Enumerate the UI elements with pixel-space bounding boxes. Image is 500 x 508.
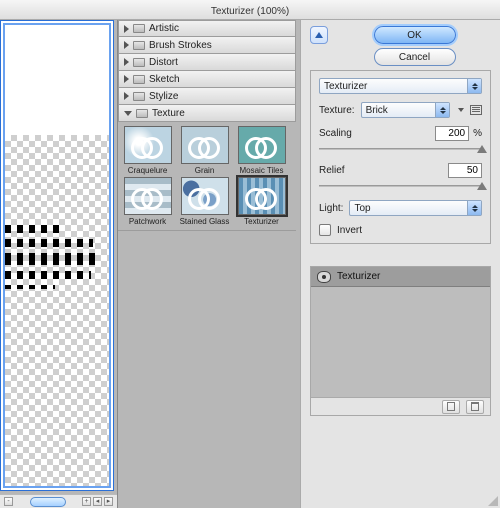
folder-icon (133, 92, 145, 101)
button-label: Cancel (399, 52, 430, 63)
category-label: Stylize (149, 91, 178, 102)
thumb-stained-glass[interactable]: Stained Glass (177, 177, 232, 226)
slider-thumb-icon[interactable] (477, 145, 487, 153)
chevron-right-icon (124, 41, 129, 49)
invert-label: Invert (337, 225, 362, 236)
effect-layers-panel: Texturizer (310, 266, 491, 416)
category-texture[interactable]: Texture (118, 105, 296, 122)
resize-grip-icon[interactable] (486, 494, 498, 506)
button-label: OK (407, 30, 421, 41)
category-stylize[interactable]: Stylize (118, 88, 296, 105)
scaling-input[interactable] (435, 126, 469, 141)
preview-frame (0, 20, 114, 491)
category-label: Artistic (149, 23, 179, 34)
texture-menu-icon[interactable] (470, 105, 482, 115)
thumbnail-grid: Craquelure Grain Mosaic Tiles Patchwork … (118, 122, 296, 231)
category-artistic[interactable]: Artistic (118, 20, 296, 37)
category-label: Distort (149, 57, 178, 68)
select-stepper-icon (435, 103, 449, 117)
scaling-label: Scaling (319, 128, 352, 139)
window-title: Texturizer (100%) (211, 6, 289, 17)
thumb-texturizer[interactable]: Texturizer (234, 177, 289, 226)
collapse-button[interactable] (310, 26, 328, 44)
window-titlebar: Texturizer (100%) (0, 0, 500, 20)
preview-canvas[interactable] (3, 23, 111, 488)
scaling-suffix: % (473, 128, 482, 139)
main-area: - + ◂ ▸ Artistic Brush Strokes Distort (0, 20, 500, 508)
effect-layer-row[interactable]: Texturizer (311, 267, 490, 287)
transparency-checker (5, 135, 109, 486)
zoom-indicator[interactable] (30, 497, 66, 507)
nav-prev-button[interactable]: ◂ (93, 497, 102, 506)
trash-icon (471, 402, 479, 411)
thumb-label: Mosaic Tiles (239, 166, 283, 175)
preview-content (5, 225, 97, 295)
category-brush-strokes[interactable]: Brush Strokes (118, 37, 296, 54)
select-stepper-icon (467, 79, 481, 93)
chevron-right-icon (124, 25, 129, 33)
invert-checkbox[interactable] (319, 224, 331, 236)
folder-icon (133, 24, 145, 33)
relief-input[interactable] (448, 163, 482, 178)
zoom-out-button[interactable]: - (4, 497, 13, 506)
folder-icon (133, 41, 145, 50)
select-value: Top (354, 203, 370, 214)
slider-thumb-icon[interactable] (477, 182, 487, 190)
filter-settings-panel: Texturizer Texture: Brick Scaling % (310, 70, 491, 244)
document-icon (447, 402, 455, 411)
scaling-slider[interactable] (319, 143, 482, 155)
thumb-label: Patchwork (129, 217, 166, 226)
chevron-right-icon (124, 58, 129, 66)
select-value: Texturizer (324, 81, 367, 92)
select-stepper-icon (467, 201, 481, 215)
cancel-button[interactable]: Cancel (374, 48, 456, 66)
thumb-label: Grain (195, 166, 215, 175)
chevron-right-icon (124, 75, 129, 83)
select-value: Brick (366, 105, 388, 116)
light-label: Light: (319, 203, 343, 214)
nav-next-button[interactable]: ▸ (104, 497, 113, 506)
delete-effect-layer-button[interactable] (466, 400, 484, 414)
category-sketch[interactable]: Sketch (118, 71, 296, 88)
chevron-up-icon (315, 32, 323, 38)
thumb-craquelure[interactable]: Craquelure (120, 126, 175, 175)
thumb-label: Craquelure (128, 166, 168, 175)
effect-layers-footer (311, 397, 490, 415)
new-effect-layer-button[interactable] (442, 400, 460, 414)
ok-button[interactable]: OK (374, 26, 456, 44)
thumb-mosaic-tiles[interactable]: Mosaic Tiles (234, 126, 289, 175)
filter-name-select[interactable]: Texturizer (319, 78, 482, 94)
category-label: Sketch (149, 74, 180, 85)
preview-column: - + ◂ ▸ (0, 20, 118, 508)
chevron-right-icon (124, 92, 129, 100)
preview-footer: - + ◂ ▸ (0, 494, 117, 508)
relief-slider[interactable] (319, 180, 482, 192)
browser-empty-area (118, 231, 296, 508)
relief-label: Relief (319, 165, 345, 176)
texture-label: Texture: (319, 105, 355, 116)
category-list: Artistic Brush Strokes Distort Sketch St (118, 20, 296, 231)
filter-browser: Artistic Brush Strokes Distort Sketch St (118, 20, 296, 508)
folder-icon (133, 75, 145, 84)
eye-icon[interactable] (317, 271, 331, 283)
texture-fly-out-icon[interactable] (458, 108, 464, 112)
zoom-in-button[interactable]: + (82, 497, 91, 506)
category-label: Brush Strokes (149, 40, 212, 51)
thumb-label: Texturizer (244, 217, 279, 226)
folder-icon (133, 58, 145, 67)
thumb-label: Stained Glass (180, 217, 230, 226)
effect-layer-label: Texturizer (337, 271, 380, 282)
category-label: Texture (152, 108, 185, 119)
light-select[interactable]: Top (349, 200, 482, 216)
chevron-down-icon (124, 111, 132, 116)
category-distort[interactable]: Distort (118, 54, 296, 71)
thumb-patchwork[interactable]: Patchwork (120, 177, 175, 226)
texture-select[interactable]: Brick (361, 102, 450, 118)
folder-icon (136, 109, 148, 118)
settings-column: OK Cancel Texturizer Texture: Brick (300, 20, 500, 508)
thumb-grain[interactable]: Grain (177, 126, 232, 175)
